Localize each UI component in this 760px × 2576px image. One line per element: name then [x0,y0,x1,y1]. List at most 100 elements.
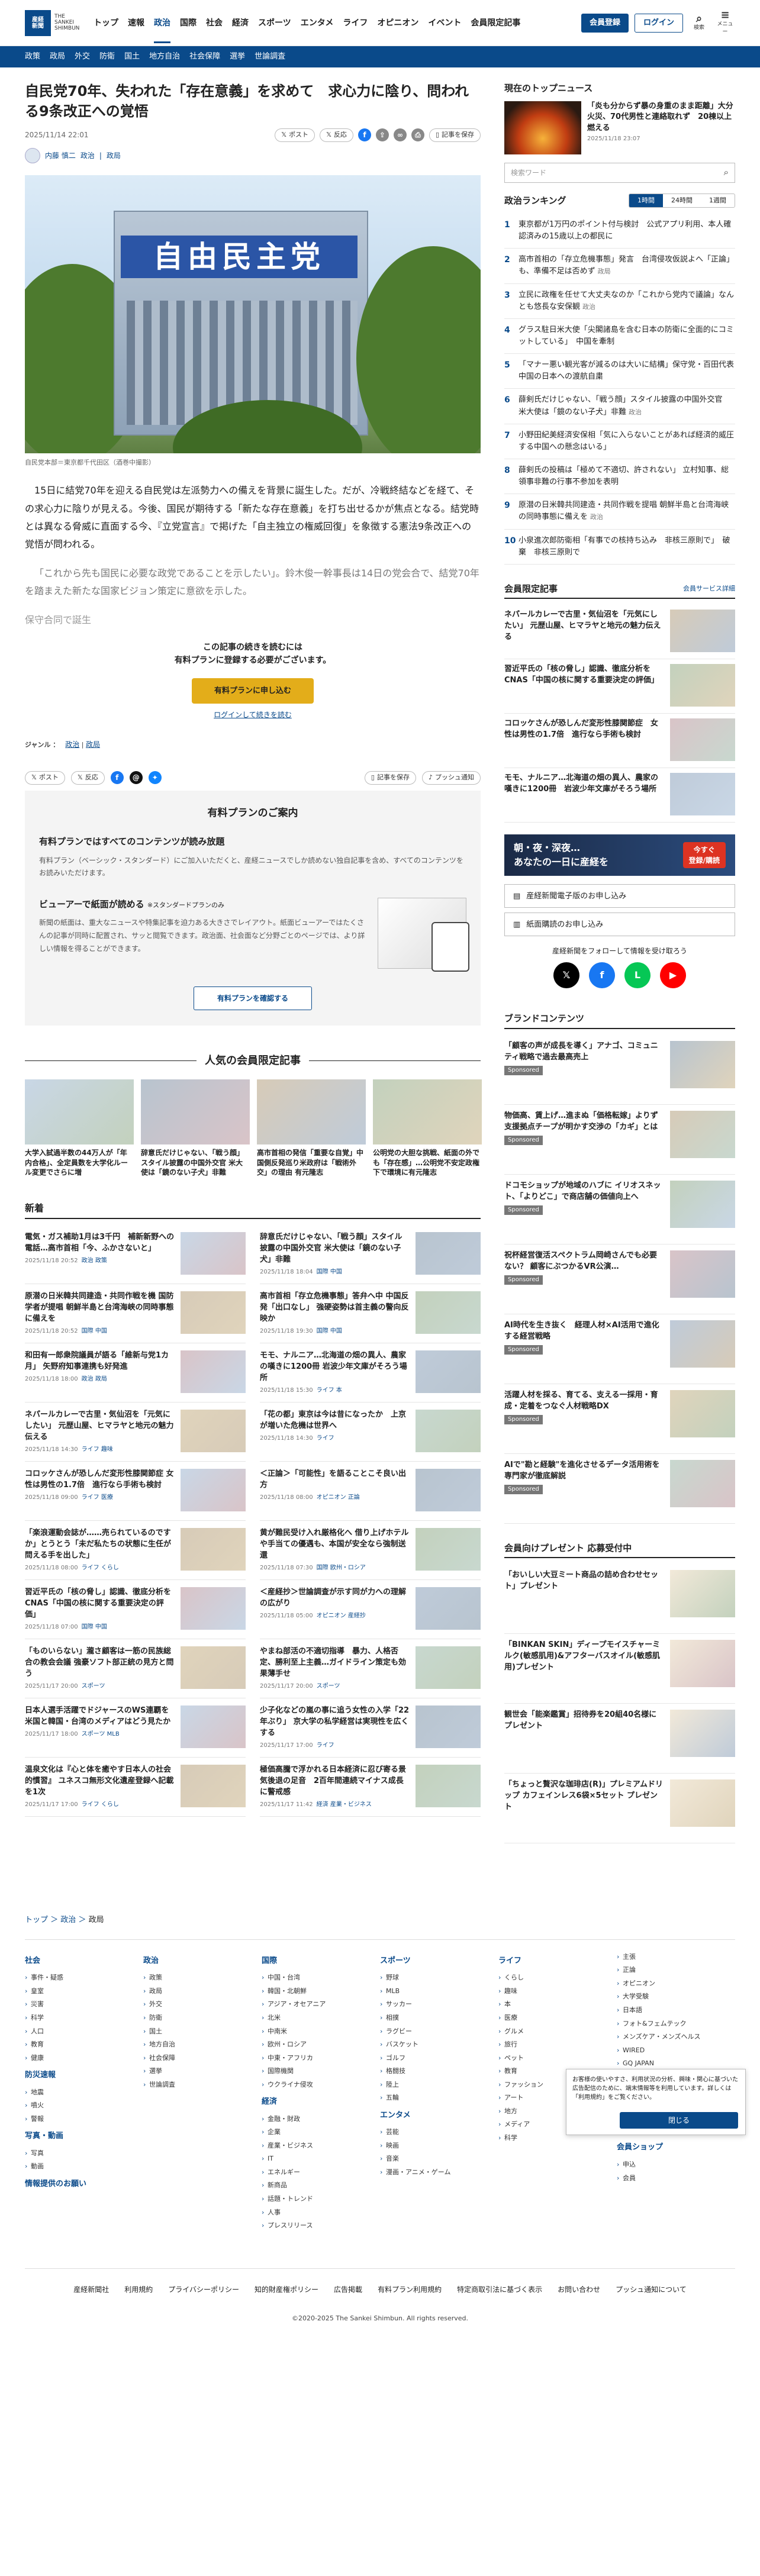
news-item[interactable]: 温泉文化は『心と体を癒やす日本人の社会的慣習』 ユネスコ無形文化遺産登録へ記載を… [25,1758,246,1817]
news-item[interactable]: 和田有一郎衆院議員が語る「維新与党1カ月」 矢野府知事連携も好発進 2025/11… [25,1343,246,1403]
news-category[interactable]: オピニオン 正論 [317,1494,360,1501]
footer-heading[interactable]: 社会 [25,1955,143,1967]
news-item[interactable]: 「ものいらない」瀧さ顧客は一筋の民族総合の教会会議 強豪ソフト部正統の見方と問う… [25,1639,246,1699]
footer-link[interactable]: 教育 [25,2038,143,2052]
paper-apply-button[interactable]: ▥ 紙面購読のお申し込み [504,913,735,937]
popular-card[interactable]: 大学入試過半数の44万人が「年内合格」、全定員数を大学化ルール変更でさらに増 [25,1079,134,1178]
footer-link[interactable]: メンズケア・メンズヘルス [617,2030,735,2044]
threads-icon[interactable]: @ [129,771,143,785]
footer-link[interactable]: 政策 [143,1971,262,1985]
footer-link[interactable]: 社会保障 [143,2052,262,2065]
news-category[interactable]: スポーツ MLB [82,1731,120,1737]
footer-link[interactable]: 金融・財政 [262,2113,380,2126]
line-follow-icon[interactable]: L [624,962,650,989]
popular-card[interactable]: 高市首相の発信「重要な自覚」中国側反発巡り米政府は「戦術外交」の理由 有元隆志 [257,1079,366,1178]
footer-link[interactable]: 防衛 [143,2011,262,2025]
member-service-link[interactable]: 会員サービス詳細 [683,584,735,594]
category-link[interactable]: 政局 [107,150,121,161]
news-item[interactable]: ＜正論＞「可能性」を語ることこそ良い出方 2025/11/18 08:00 オピニオ… [260,1462,481,1521]
footer-link[interactable]: 本 [498,1998,617,2011]
footer-link[interactable]: ゴルフ [380,2052,498,2065]
brand-item[interactable]: ドコモショップが地域のハブに イリオスネット、「よりどこ」で商店舗の価値向上へ S… [504,1175,735,1245]
footer-link[interactable]: 漫画・アニメ・ゲーム [380,2166,498,2180]
footer-link[interactable]: 産業・ビジネス [262,2139,380,2153]
search-button[interactable]: ⌕ 検索 [689,14,709,33]
footer-link[interactable]: 企業 [262,2126,380,2139]
save-article-button[interactable]: ▯ 記事を保存 [429,128,481,142]
push-notify-button[interactable]: ♪ プッシュ通知 [421,771,481,785]
footer-bottom-link[interactable]: 特定商取引法に基づく表示 [457,2284,542,2295]
nav-item[interactable]: オピニオン [377,17,418,30]
facebook-share-icon[interactable]: f [358,128,371,142]
footer-link[interactable]: 申込 [617,2158,735,2172]
news-category[interactable]: ライフ くらし [82,1565,119,1571]
footer-link[interactable]: 映画 [380,2139,498,2153]
tab-24h[interactable]: 24時間 [663,194,701,208]
footer-heading[interactable]: 防災速報 [25,2069,143,2081]
login-continue-link[interactable]: ログインして続きを読む [214,711,292,719]
ranking-item[interactable]: 7 小野田紀美経済安保相「気に入らないことがあれば経済的威圧する中国への懸念はいる… [504,424,735,459]
footer-link[interactable]: 大学受験 [617,1990,735,2004]
x-post-button[interactable]: 𝕏 ポスト [275,128,315,142]
footer-link[interactable]: 医療 [498,2011,617,2025]
footer-link[interactable]: くらし [498,1971,617,1985]
footer-link[interactable]: 健康 [25,2052,143,2065]
breadcrumb-item[interactable]: トップ [25,1916,48,1924]
ranking-item[interactable]: 2 高市首相の「存立危機事態」発言 台湾侵攻仮説よへ「正論」も、準備不足は否めず政… [504,249,735,284]
category-link[interactable]: 政治 [80,150,95,161]
subnav-item[interactable]: 外交 [75,51,90,63]
news-category[interactable]: 国際 中国 [317,1269,342,1275]
footer-link[interactable]: 芸能 [380,2126,498,2139]
nav-item[interactable]: 会員限定記事 [471,17,520,30]
ranking-item[interactable]: 4 グラス駐日米大使「尖閣諸島を含む日本の防衛に全面的にコミットしている」 中国を… [504,319,735,354]
footer-link[interactable]: 皇室 [25,1985,143,1998]
nav-item[interactable]: 速報 [128,17,144,30]
footer-heading[interactable]: エンタメ [380,2110,498,2122]
footer-link[interactable]: 外交 [143,1998,262,2011]
footer-link[interactable]: バスケット [380,2038,498,2052]
subnav-item[interactable]: 政局 [50,51,65,63]
digital-apply-button[interactable]: ▤ 産経新聞電子版のお申し込み [504,884,735,908]
footer-bottom-link[interactable]: お問い合わせ [558,2284,600,2295]
news-category[interactable]: ライフ [317,1435,334,1442]
register-button[interactable]: 会員登録 [581,14,629,33]
news-item[interactable]: 辞意氏だけじゃない、「戦う顔」スタイル披露の中国外交官 米大使は「鏡のない子犬」… [260,1225,481,1285]
footer-link[interactable]: オピニオン [617,1977,735,1991]
news-item[interactable]: コロッケさんが恐しんだ変形性膝関節症 女性は男性の1.7倍 進行なら手術も検討 2… [25,1462,246,1521]
footer-link[interactable]: WIRED [617,2044,735,2058]
breadcrumb-item[interactable]: 政局 [89,1916,104,1924]
news-category[interactable]: 国際 中国 [82,1328,107,1334]
x-follow-icon[interactable]: 𝕏 [553,962,579,989]
news-item[interactable]: ＜産経抄＞世論調査が示す同が力への理解の広がり 2025/11/18 05:00 オ… [260,1580,481,1640]
footer-link[interactable]: 国際機関 [262,2065,380,2078]
nav-item[interactable]: 政治 [154,17,170,43]
footer-bottom-link[interactable]: 利用規約 [124,2284,153,2295]
x-post-button[interactable]: 𝕏 ポスト [25,771,65,785]
footer-link[interactable]: 選挙 [143,2065,262,2078]
subnav-item[interactable]: 防衛 [99,51,115,63]
footer-link[interactable]: 人口 [25,2025,143,2039]
footer-heading[interactable]: 会員ショップ [617,2142,735,2153]
limited-item[interactable]: 習近平氏の「核の脅し」認識、徹底分析を CNAS「中国の核に関する重要決定の評価… [504,659,735,714]
site-logo[interactable]: 産経 新聞 [25,10,51,36]
tab-1h[interactable]: 1時間 [629,194,663,207]
footer-link[interactable]: 中南米 [262,2025,380,2039]
news-category[interactable]: 国際 中国 [82,1624,107,1630]
brand-item[interactable]: 物価高、賃上げ…進まぬ「価格転嫁」よりず支援拠点チープが明かす交渉の「カギ」とは… [504,1105,735,1175]
footer-link[interactable]: 世論調査 [143,2078,262,2092]
footer-heading[interactable]: 国際 [262,1955,380,1967]
footer-bottom-link[interactable]: 広告掲載 [334,2284,362,2295]
brand-item[interactable]: 祝杯経営復活スペクトラム岡崎さんでも必要ない？ 顧客にぶつかるVR公演… Spon… [504,1245,735,1314]
footer-link[interactable]: 会員 [617,2172,735,2185]
nav-item[interactable]: トップ [94,17,118,30]
nav-item[interactable]: イベント [428,17,461,30]
subnav-item[interactable]: 世論調査 [255,51,285,63]
footer-link[interactable]: 災害 [25,1998,143,2011]
footer-bottom-link[interactable]: プッシュ通知について [616,2284,687,2295]
footer-link[interactable]: 五輪 [380,2091,498,2105]
search-icon[interactable]: ⌕ [724,166,729,179]
nav-item[interactable]: ライフ [343,17,368,30]
present-item[interactable]: 「BINKAN SKIN」ディープモイスチャーミルク(敏感肌用)&アフターバスオ… [504,1634,735,1704]
ranking-item[interactable]: 8 薛剣氏の投稿は「極めて不適切、許されない」 立村知事、総領事非難の行事不参加を… [504,459,735,495]
save-article-button[interactable]: ▯ 記事を保存 [364,771,416,785]
